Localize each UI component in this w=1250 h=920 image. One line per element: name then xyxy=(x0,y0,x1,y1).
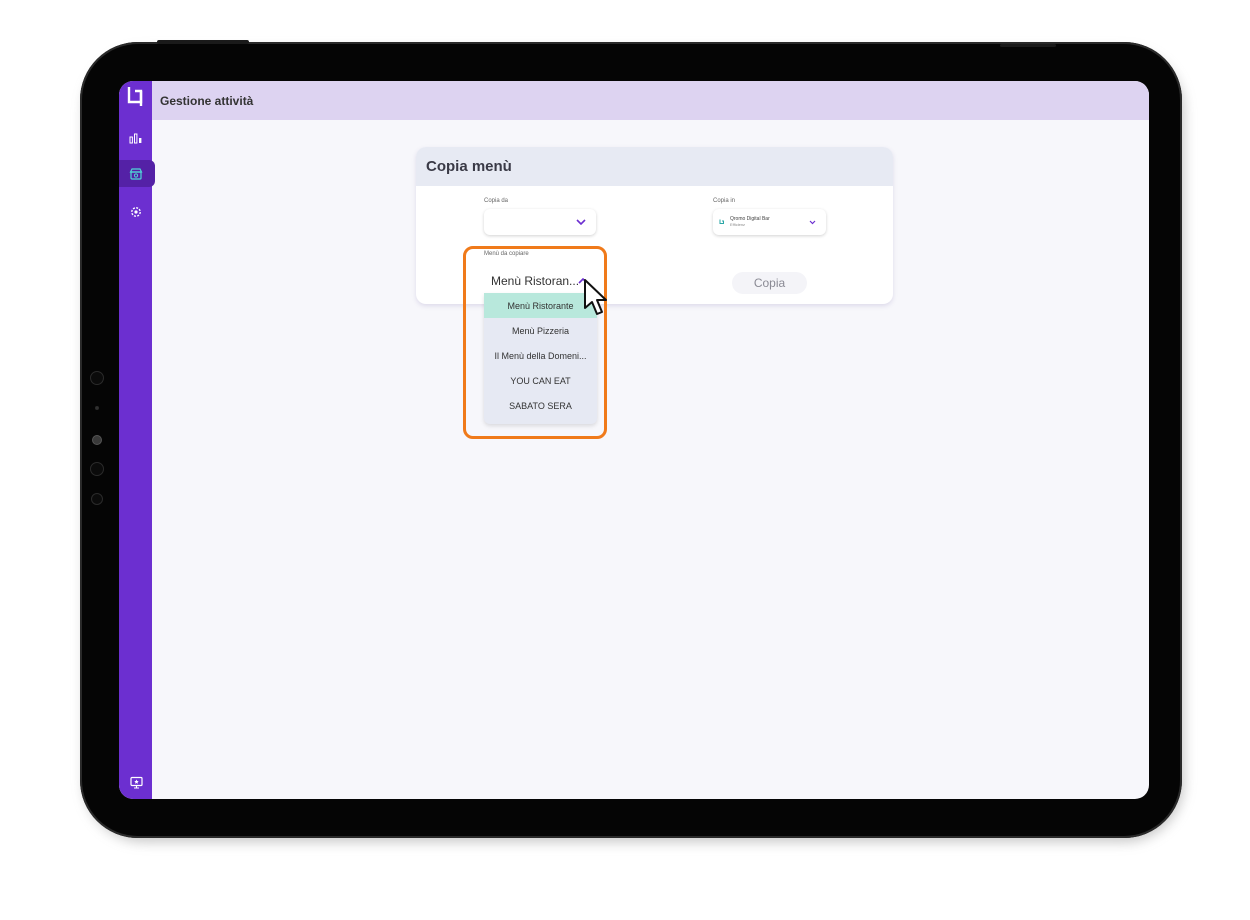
business-logo-icon xyxy=(719,219,724,224)
mouse-cursor-icon xyxy=(584,279,607,315)
highlight-box xyxy=(463,246,607,439)
copy-from-label: Copia da xyxy=(484,198,509,204)
tablet-volume-button xyxy=(1000,44,1056,47)
bq-logo-icon[interactable] xyxy=(126,85,146,107)
tablet-sensor xyxy=(90,371,104,385)
tablet-camera xyxy=(92,435,102,445)
app-screen: Gestione attività Copia menù Copia da Co… xyxy=(119,81,1149,799)
tablet-sensor xyxy=(90,462,104,476)
card-title: Copia menù xyxy=(426,158,512,175)
sidebar xyxy=(119,81,155,799)
tablet-sensor-dot xyxy=(95,406,99,410)
copy-button[interactable]: Copia xyxy=(732,272,807,294)
copy-from-select[interactable] xyxy=(484,209,596,235)
copy-to-label: Copia in xyxy=(713,198,736,204)
tablet-sensor xyxy=(91,493,103,505)
bar-chart-icon[interactable] xyxy=(125,127,147,149)
store-icon[interactable] xyxy=(125,163,147,185)
copy-to-business-sub: Efficienz xyxy=(730,222,746,227)
chevron-down-icon xyxy=(576,219,586,225)
chevron-down-icon xyxy=(809,220,816,225)
display-icon[interactable] xyxy=(125,771,147,793)
copy-to-select[interactable]: Qromo Digital Bar Efficienz xyxy=(713,209,826,235)
page-title: Gestione attività xyxy=(160,93,254,108)
top-header: Gestione attività xyxy=(152,81,1149,120)
gear-icon[interactable] xyxy=(125,201,147,223)
card-header: Copia menù xyxy=(416,147,893,186)
tablet-top-button xyxy=(157,40,249,44)
